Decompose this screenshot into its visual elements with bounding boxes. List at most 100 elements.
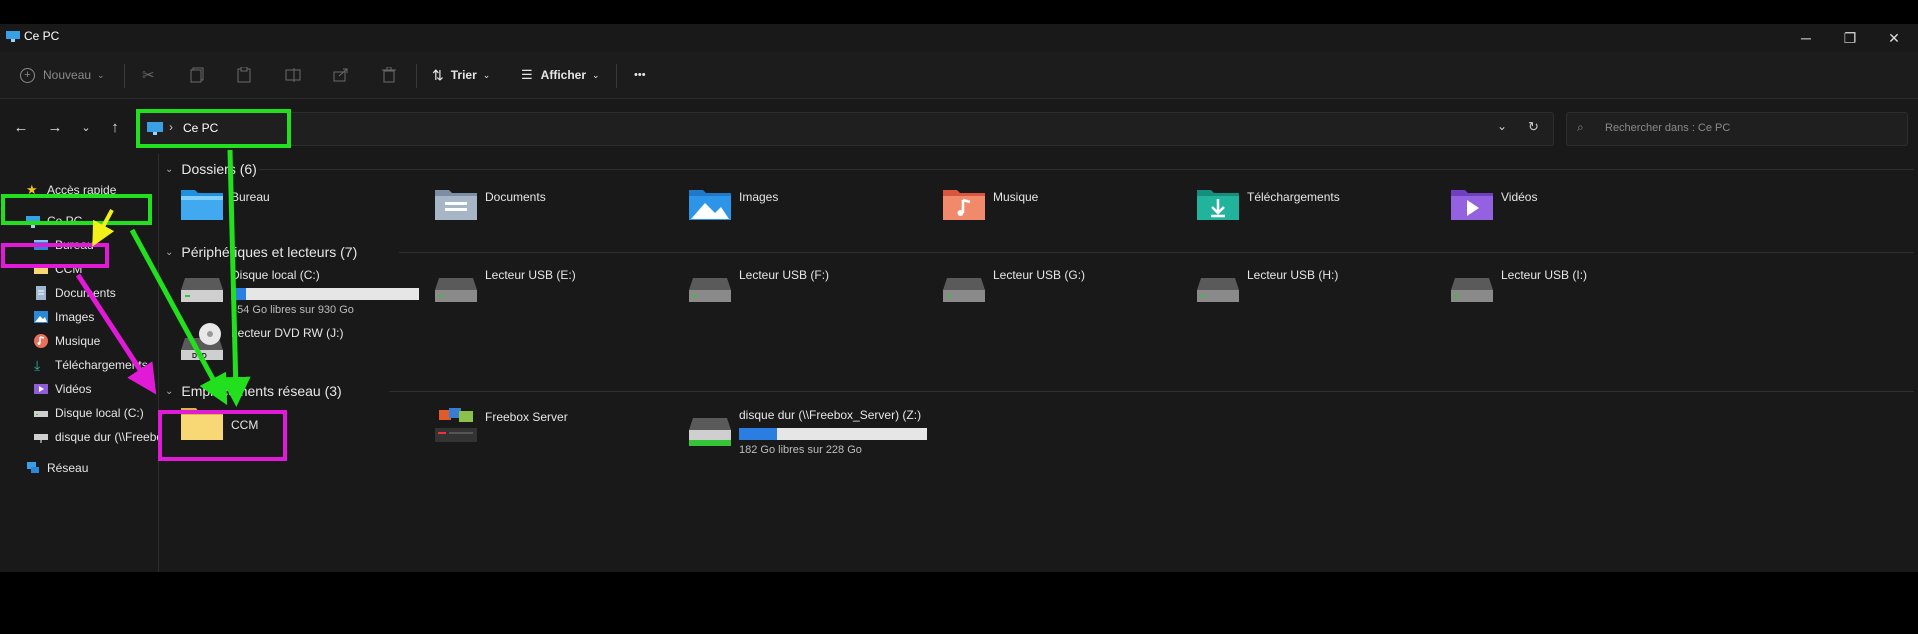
section-header-network[interactable]: ⌄ Emplacements réseau (3) [165, 380, 342, 402]
forward-button[interactable]: → [43, 116, 67, 140]
star-icon: ★ [26, 182, 38, 197]
usb-drive-icon [1451, 278, 1493, 302]
drive-usage-bar [231, 288, 419, 300]
address-bar[interactable]: › Ce PC ⌄ ↻ [137, 112, 1554, 146]
usb-drive-icon [1197, 278, 1239, 302]
refresh-icon[interactable]: ↻ [1528, 119, 1539, 135]
sidebar-item-label: Réseau [47, 461, 89, 475]
search-placeholder: Rechercher dans : Ce PC [1605, 122, 1731, 134]
sidebar-item-bureau[interactable]: Bureau [34, 234, 94, 256]
videos-icon [34, 384, 48, 394]
search-box[interactable]: ⌕ Rechercher dans : Ce PC [1566, 112, 1908, 146]
sidebar-item-label: Téléchargements [55, 358, 148, 372]
view-icon: ☰ [521, 67, 533, 82]
drive-local-c[interactable]: Disque local (C:) 854 Go libres sur 930 … [181, 266, 431, 316]
trash-icon [382, 67, 396, 83]
sidebar-item-this-pc[interactable]: Ce PC [26, 210, 150, 232]
sidebar-item-label: Ce PC [47, 214, 83, 228]
network-folder-ccm[interactable]: CCM [181, 406, 421, 454]
folder-musique[interactable]: Musique [943, 186, 1183, 230]
sidebar-item-local-disk[interactable]: Disque local (C:) [34, 402, 144, 424]
share-button[interactable] [333, 52, 349, 98]
dvd-badge: DVD [192, 353, 207, 360]
sort-label: Trier [450, 68, 477, 82]
sidebar-item-ccm[interactable]: CCM [34, 258, 82, 280]
share-icon [333, 68, 348, 82]
title-bar: Ce PC ─ ❐ ✕ [0, 24, 1918, 52]
music-icon [34, 334, 48, 348]
up-button[interactable]: ↑ [103, 116, 127, 140]
drive-usb-h[interactable]: Lecteur USB (H:) [1197, 266, 1437, 310]
usb-drive-icon [435, 278, 477, 302]
see-more-button[interactable]: ••• [634, 52, 646, 98]
folder-documents[interactable]: Documents [435, 186, 675, 230]
close-button[interactable]: ✕ [1879, 28, 1909, 48]
folder-label: Musique [993, 190, 1039, 204]
sidebar-item-videos[interactable]: Vidéos [34, 378, 91, 400]
section-title: Dossiers (6) [181, 161, 257, 177]
drive-label: Lecteur USB (F:) [739, 268, 830, 282]
divider [416, 64, 417, 88]
drive-free-space: 854 Go libres sur 930 Go [231, 304, 354, 316]
drive-usb-i[interactable]: Lecteur USB (I:) [1451, 266, 1691, 310]
section-title: Emplacements réseau (3) [181, 383, 342, 399]
delete-button[interactable] [382, 52, 396, 98]
sidebar-item-images[interactable]: Images [34, 306, 94, 328]
folder-images[interactable]: Images [689, 186, 929, 230]
section-header-folders[interactable]: ⌄ Dossiers (6) [165, 158, 257, 180]
sidebar-item-network-disk[interactable]: disque dur (\\Freebox_Server) (Z:) [34, 426, 158, 448]
sidebar-item-label: CCM [55, 262, 83, 276]
network-drive-z[interactable]: disque dur (\\Freebox_Server) (Z:) 182 G… [689, 406, 939, 460]
sidebar-item-label: Documents [55, 286, 116, 300]
folder-telechargements[interactable]: Téléchargements [1197, 186, 1437, 230]
sidebar-item-label: Musique [55, 334, 101, 348]
folder-bureau[interactable]: Bureau [181, 186, 421, 230]
sort-button[interactable]: ⇅ Trier ⌄ [432, 52, 490, 98]
new-button[interactable]: + Nouveau ⌄ [20, 52, 105, 98]
drive-dvd-j[interactable]: DVD Lecteur DVD RW (J:) [181, 322, 421, 370]
drive-usb-f[interactable]: Lecteur USB (F:) [689, 266, 929, 310]
breadcrumb-this-pc[interactable]: Ce PC [183, 121, 218, 135]
sidebar-item-label: Bureau [55, 238, 94, 252]
sidebar-item-telechargements[interactable]: ⤓ Téléchargements [34, 354, 148, 376]
rename-button[interactable] [285, 52, 301, 98]
music-folder-icon [943, 190, 985, 220]
maximize-button[interactable]: ❐ [1835, 28, 1865, 48]
divider [259, 169, 1914, 170]
paste-icon [237, 67, 251, 83]
recent-locations-button[interactable]: ⌄ [74, 116, 98, 140]
device-label: Freebox Server [485, 410, 568, 424]
cut-button[interactable]: ✂ [142, 52, 155, 98]
minimize-button[interactable]: ─ [1791, 28, 1821, 48]
more-icon: ••• [634, 69, 646, 81]
folder-videos[interactable]: Vidéos [1451, 186, 1691, 230]
drive-usage-fill [739, 428, 777, 440]
section-header-devices[interactable]: ⌄ Périphériques et lecteurs (7) [165, 241, 357, 263]
sidebar-item-musique[interactable]: Musique [34, 330, 100, 352]
folder-label: CCM [231, 418, 259, 432]
sidebar-item-quick-access[interactable]: ★ Accès rapide [26, 179, 116, 201]
drive-usb-g[interactable]: Lecteur USB (G:) [943, 266, 1183, 310]
divider [616, 64, 617, 88]
drive-usb-e[interactable]: Lecteur USB (E:) [435, 266, 675, 310]
address-dropdown-icon[interactable]: ⌄ [1497, 119, 1507, 133]
drive-usage-bar [739, 428, 927, 440]
network-drive-icon [34, 434, 48, 443]
media-server-icon [435, 408, 477, 442]
file-list: ⌄ Dossiers (6) Bureau Documents Images M… [159, 154, 1918, 572]
chevron-down-icon: ⌄ [165, 385, 174, 397]
copy-button[interactable] [190, 52, 204, 98]
sort-icon: ⇅ [432, 66, 444, 83]
back-button[interactable]: ← [9, 116, 33, 140]
network-device-freebox[interactable]: Freebox Server [435, 406, 675, 454]
desktop-icon [34, 240, 48, 250]
sidebar-item-network[interactable]: Réseau [26, 457, 88, 479]
drive-label: Disque local (C:) [231, 268, 320, 282]
sidebar-item-documents[interactable]: Documents [34, 282, 116, 304]
paste-button[interactable] [237, 52, 251, 98]
scissors-icon: ✂ [142, 67, 155, 84]
hard-drive-icon [181, 278, 223, 302]
folder-label: Images [739, 190, 779, 204]
network-icon [27, 462, 39, 473]
view-button[interactable]: ☰ Afficher ⌄ [521, 52, 600, 98]
